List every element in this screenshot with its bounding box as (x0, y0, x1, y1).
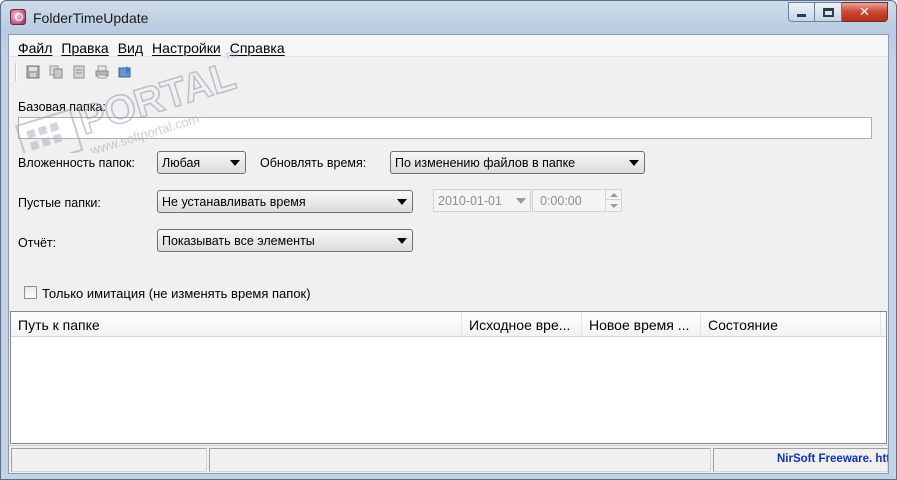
copy-icon (49, 65, 63, 79)
properties-icon (73, 65, 85, 79)
empty-folders-label: Пустые папки: (18, 196, 101, 210)
column-header-original-time[interactable]: Исходное вре... (462, 312, 582, 337)
menu-settings[interactable]: Настройки (147, 35, 225, 56)
chevron-down-icon (516, 198, 526, 204)
caption-buttons: ✕ (788, 2, 888, 22)
date-picker-value: 2010-01-01 (438, 194, 502, 208)
spin-down-icon[interactable] (605, 201, 621, 211)
chevron-down-icon (629, 160, 639, 166)
menu-help[interactable]: Справка (225, 35, 289, 56)
menu-bar: Файл Правка Вид Настройки Справка (9, 35, 888, 57)
depth-label: Вложенность папок: (18, 156, 135, 170)
chevron-down-icon (397, 238, 407, 244)
empty-folders-combo[interactable]: Не устанавливать время (157, 190, 413, 213)
base-folder-input[interactable] (18, 117, 872, 139)
nirsoft-link[interactable]: NirSoft Freeware. http://www.nirsoft.net (777, 453, 888, 465)
simulation-checkbox[interactable] (24, 286, 37, 299)
update-time-combo-value: По изменению файлов в папке (395, 156, 576, 170)
status-bar: NirSoft Freeware. http://www.nirsoft.net (9, 445, 888, 473)
update-time-label: Обновлять время: (260, 156, 367, 170)
maximize-icon (822, 7, 834, 17)
maximize-button[interactable] (815, 2, 842, 22)
report-label: Отчёт: (18, 236, 57, 250)
minimize-button[interactable] (788, 2, 815, 22)
report-combo[interactable]: Показывать все элементы (157, 229, 413, 252)
column-header-path[interactable]: Путь к папке (11, 312, 462, 337)
save-button[interactable] (23, 62, 43, 82)
title-bar[interactable]: FolderTimeUpdate ✕ (1, 1, 896, 33)
status-panel-count (11, 448, 207, 472)
base-folder-label: Базовая папка: (18, 100, 106, 114)
depth-combo[interactable]: Любая (157, 151, 246, 174)
spin-up-icon[interactable] (605, 190, 621, 200)
close-icon: ✕ (859, 4, 870, 20)
time-spinner-value: 0:00:00 (540, 194, 582, 208)
column-header-status[interactable]: Состояние (701, 312, 881, 337)
chevron-down-icon (230, 160, 240, 166)
run-button[interactable] (115, 62, 135, 82)
simulation-label: Только имитация (не изменять время папок… (42, 286, 311, 301)
menu-view[interactable]: Вид (113, 35, 147, 56)
menu-file[interactable]: Файл (13, 35, 56, 56)
chevron-down-icon (397, 199, 407, 205)
depth-combo-value: Любая (162, 156, 201, 170)
date-picker[interactable]: 2010-01-01 (433, 189, 531, 212)
menu-edit[interactable]: Правка (56, 35, 112, 56)
run-icon (118, 66, 131, 78)
table-header: Путь к папке Исходное вре... Новое время… (11, 312, 886, 337)
time-spinner[interactable]: 0:00:00 (532, 189, 622, 212)
print-button[interactable] (92, 62, 112, 82)
toolbar-grip (15, 63, 17, 81)
properties-button[interactable] (69, 62, 89, 82)
minimize-icon (797, 13, 806, 17)
empty-folders-combo-value: Не устанавливать время (162, 195, 306, 209)
window-title: FolderTimeUpdate (33, 10, 149, 26)
copy-button[interactable] (46, 62, 66, 82)
save-icon (26, 65, 40, 79)
column-header-new-time[interactable]: Новое время ... (582, 312, 701, 337)
app-icon[interactable] (10, 9, 26, 25)
client-area: Файл Правка Вид Настройки Справка Базова… (8, 34, 889, 474)
app-window: FolderTimeUpdate ✕ Файл Правка Вид Настр… (0, 0, 897, 480)
close-button[interactable]: ✕ (842, 2, 888, 22)
toolbar (9, 58, 888, 86)
status-panel-info (209, 448, 711, 472)
update-time-combo[interactable]: По изменению файлов в папке (390, 151, 645, 174)
report-combo-value: Показывать все элементы (162, 234, 315, 248)
folders-table[interactable]: Путь к папке Исходное вре... Новое время… (10, 311, 887, 444)
print-icon (95, 65, 109, 79)
